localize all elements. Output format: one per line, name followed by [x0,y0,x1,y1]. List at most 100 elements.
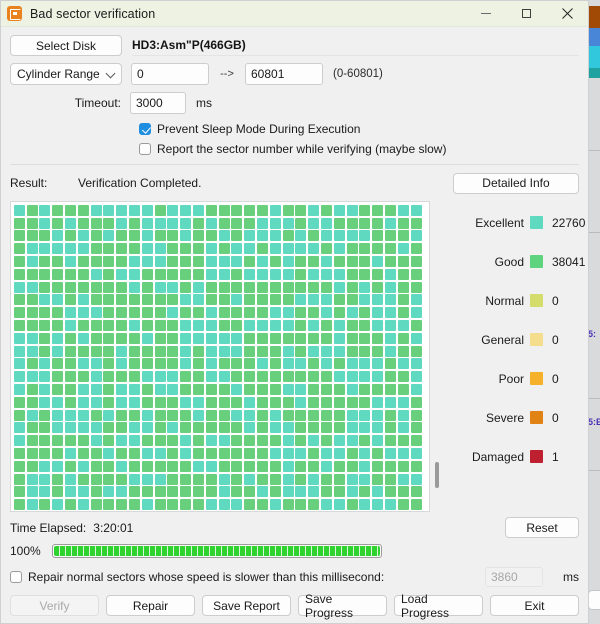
background-strip-orange [588,6,600,28]
sector-cell [410,473,422,485]
sector-cell [154,460,166,472]
sector-cell [154,268,166,280]
save-report-button[interactable]: Save Report [202,595,291,616]
report-sector-checkbox-row[interactable]: Report the sector number while verifying… [139,142,579,156]
sector-cell [26,358,38,370]
sector-cell [385,256,396,268]
sector-cell [308,371,320,383]
sector-cell [359,307,371,319]
sector-cell [346,396,358,408]
sector-cell [39,268,51,280]
report-sector-checkbox[interactable] [139,143,151,155]
sector-cell [257,332,269,344]
repair-option-row[interactable]: Repair normal sectors whose speed is slo… [10,567,579,587]
sector-cell [257,396,269,408]
background-divider [588,398,600,399]
sector-cell [295,294,307,306]
sector-map-scrollbar[interactable] [430,201,444,512]
sector-cell [13,435,25,447]
sector-cell [231,499,243,511]
sector-grid[interactable] [13,204,423,511]
sector-cell [385,320,396,332]
sector-cell [282,486,294,498]
window-controls [465,1,588,27]
sector-cell [13,268,25,280]
sector-cell [385,486,396,498]
select-disk-button[interactable]: Select Disk [10,35,122,56]
window-content: Select Disk HD3:Asm"P(466GB) Cylinder Ra… [1,27,588,623]
sector-cell [295,320,307,332]
reset-button[interactable]: Reset [505,517,579,538]
exit-button[interactable]: Exit [490,595,579,616]
sector-cell [308,281,320,293]
legend-name: Normal [485,293,524,308]
sector-cell [372,409,384,421]
sector-cell [167,396,179,408]
sector-cell [397,332,409,344]
sector-cell [52,345,64,357]
prevent-sleep-checkbox[interactable] [139,123,151,135]
sector-cell [141,448,153,460]
repair-button[interactable]: Repair [106,595,195,616]
range-start-input[interactable]: 0 [131,63,209,85]
sector-cell [257,345,269,357]
sector-cell [26,448,38,460]
sector-cell [116,422,128,434]
load-progress-button[interactable]: Load Progress [394,592,483,620]
sector-cell [385,294,396,306]
sector-cell [129,281,141,293]
sector-cell [333,320,345,332]
sector-cell [244,217,256,229]
sector-cell [129,320,141,332]
sector-cell [180,268,192,280]
sector-cell [372,448,384,460]
legend-name: Excellent [475,215,524,230]
sector-cell [231,243,243,255]
timeout-input[interactable]: 3000 [130,92,186,114]
sector-cell [359,345,371,357]
sector-cell [77,281,89,293]
sector-cell [205,332,217,344]
sector-cell [141,435,153,447]
sector-cell [77,499,89,511]
range-mode-select[interactable]: Cylinder Range [10,63,122,85]
repair-threshold-input[interactable]: 3860 [485,567,543,587]
sector-cell [13,217,25,229]
scrollbar-thumb[interactable] [435,462,439,488]
sector-cell [193,294,205,306]
sector-cell [205,294,217,306]
sector-cell [257,486,269,498]
sector-cell [13,307,25,319]
minimize-button[interactable] [465,1,506,27]
sector-cell [39,448,51,460]
repair-slow-sectors-checkbox[interactable] [10,571,22,583]
sector-cell [180,460,192,472]
sector-cell [167,409,179,421]
sector-cell [167,384,179,396]
sector-cell [129,396,141,408]
sector-map-panel[interactable] [10,201,430,512]
save-progress-button[interactable]: Save Progress [298,592,387,620]
sector-cell [13,371,25,383]
sector-cell [39,486,51,498]
sector-cell [282,268,294,280]
sector-cell [90,294,102,306]
sector-cell [359,294,371,306]
detailed-info-button[interactable]: Detailed Info [453,172,579,194]
legend-count: 0 [552,410,559,425]
sector-cell [65,332,77,344]
prevent-sleep-checkbox-row[interactable]: Prevent Sleep Mode During Execution [139,122,579,136]
close-button[interactable] [547,1,588,27]
sector-cell [385,371,396,383]
range-end-input[interactable]: 60801 [245,63,323,85]
legend-color-swatch [530,450,543,463]
legend-name: General [481,332,524,347]
sector-cell [103,473,115,485]
sector-cell [244,460,256,472]
maximize-button[interactable] [506,1,547,27]
sector-cell [359,435,371,447]
sector-cell [410,217,422,229]
sector-cell [295,358,307,370]
sector-cell [218,409,230,421]
sector-cell [359,243,371,255]
